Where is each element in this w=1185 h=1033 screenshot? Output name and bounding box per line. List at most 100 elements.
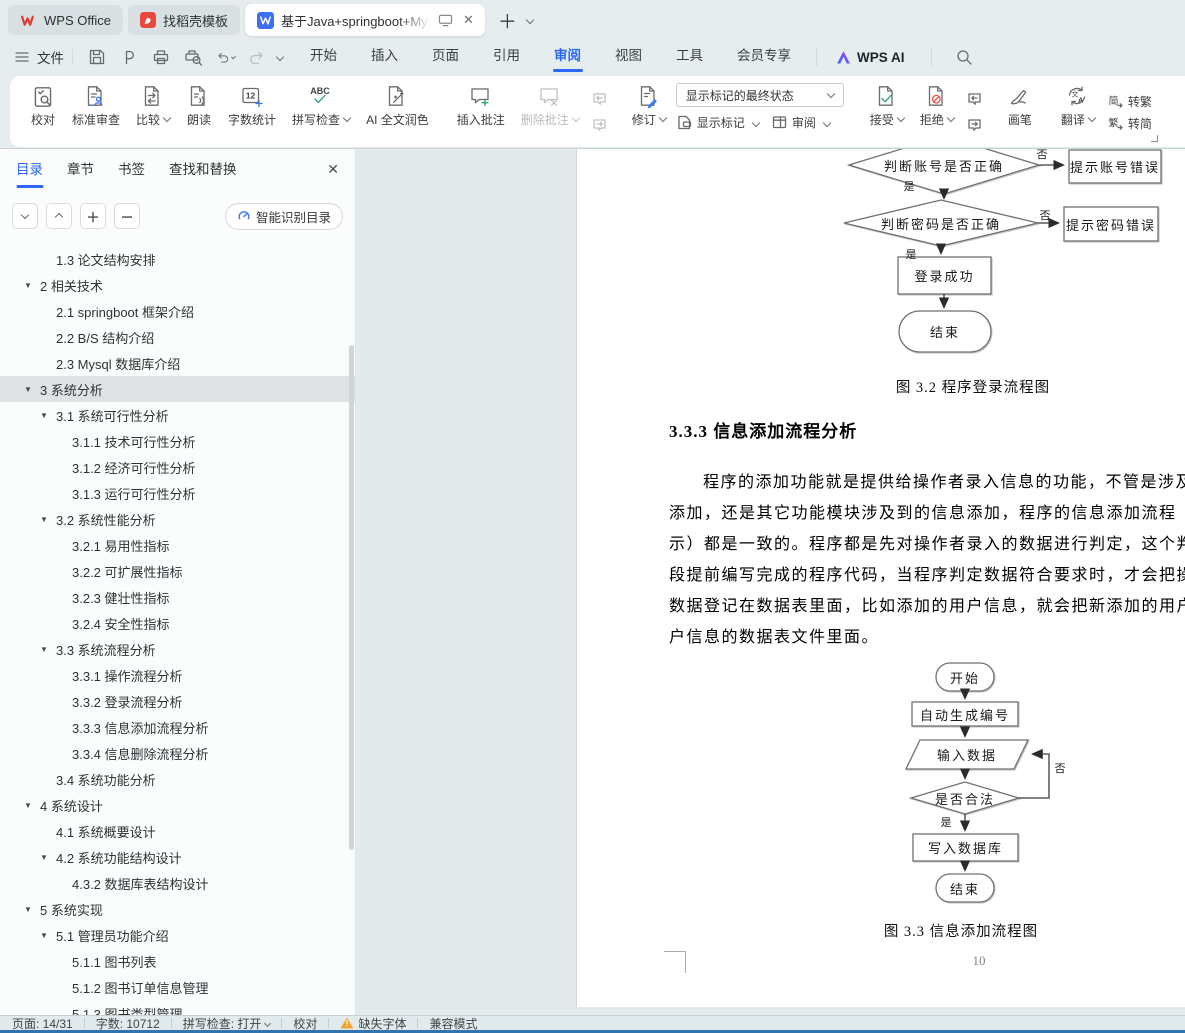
toc-item[interactable]: ▼ 3.2.2 可扩展性指标 [0, 558, 355, 584]
toc-item[interactable]: ▼ 3.2.4 安全性指标 [0, 610, 355, 636]
review-pane-button[interactable]: 审阅 [771, 114, 832, 131]
menu-member[interactable]: 会员专享 [720, 40, 808, 74]
toc-item[interactable]: ▼ 3.3.1 操作流程分析 [0, 662, 355, 688]
undo-button[interactable] [215, 47, 236, 67]
smart-toc-button[interactable]: 智能识别目录 [224, 202, 343, 230]
read-aloud-button[interactable]: 朗读 [178, 81, 220, 143]
to-traditional-button[interactable]: 简 转繁 [1107, 93, 1152, 110]
tab-document[interactable]: 基于Java+springboot+MyS ✕ [244, 4, 485, 36]
previous-change-icon[interactable] [966, 91, 983, 108]
new-tab-button[interactable]: ＋ [490, 7, 525, 34]
sidebar-tab-contents[interactable]: 目录 [16, 149, 43, 193]
proofread-button[interactable]: 校对 [22, 81, 64, 143]
standard-review-button[interactable]: 标准审查 [64, 81, 128, 143]
toc-item[interactable]: ▼ 2.1 springboot 框架介绍 [0, 298, 355, 324]
toc-item[interactable]: ▼ 3.4 系统功能分析 [0, 766, 355, 792]
restrict-edit-button[interactable]: 限制 [1168, 81, 1185, 143]
toc-item[interactable]: ▼ 5.1.3 图书类型管理 [0, 1000, 355, 1016]
collapse-arrow-icon[interactable]: ▼ [40, 853, 56, 862]
menu-start[interactable]: 开始 [293, 40, 354, 74]
redo-button[interactable] [247, 47, 267, 67]
toc-item[interactable]: ▼ 3.1 系统可行性分析 [0, 402, 355, 428]
collapse-arrow-icon[interactable]: ▼ [40, 411, 56, 420]
reject-change-button[interactable]: 拒绝 [912, 81, 962, 143]
delete-comment-button[interactable]: 删除批注 [513, 81, 587, 143]
toc-item[interactable]: ▼ 5.1 管理员功能介绍 [0, 922, 355, 948]
toc-item[interactable]: ▼ 3.3 系统流程分析 [0, 636, 355, 662]
next-change-icon[interactable] [966, 117, 983, 134]
ink-brush-button[interactable]: 画笔 [999, 81, 1041, 143]
spell-check-button[interactable]: ABC 拼写检查 [284, 81, 358, 143]
zoom-in-toc-button[interactable]: ＋ [80, 203, 106, 229]
toc-item[interactable]: ▼ 4.3.2 数据库表结构设计 [0, 870, 355, 896]
menu-review[interactable]: 审阅 [537, 40, 598, 74]
close-tab-icon[interactable]: ✕ [460, 12, 477, 28]
compatibility-mode-indicator[interactable]: 兼容模式 [429, 1015, 477, 1032]
print-preview-button[interactable] [183, 47, 203, 67]
word-count-button[interactable]: 12 字数统计 [220, 81, 284, 143]
sidebar-tab-bookmarks[interactable]: 书签 [118, 149, 145, 193]
insert-comment-button[interactable]: 插入批注 [449, 81, 513, 143]
menu-insert[interactable]: 插入 [354, 40, 415, 74]
collapse-arrow-icon[interactable]: ▼ [24, 801, 40, 810]
wps-ai-button[interactable]: WPS AI [825, 49, 915, 66]
toc-item[interactable]: ▼ 3.1.2 经济可行性分析 [0, 454, 355, 480]
toc-item[interactable]: ▼ 4.1 系统概要设计 [0, 818, 355, 844]
tab-list-chevron-icon[interactable] [525, 15, 535, 25]
track-changes-button[interactable]: 修订 [624, 81, 674, 143]
menu-reference[interactable]: 引用 [476, 40, 537, 74]
tab-docer-templates[interactable]: 找稻壳模板 [127, 5, 240, 35]
toc-item[interactable]: ▼ 3.2.3 健壮性指标 [0, 584, 355, 610]
export-pdf-button[interactable] [119, 47, 139, 67]
search-icon[interactable] [954, 47, 974, 67]
expand-all-button[interactable] [12, 203, 38, 229]
collapse-arrow-icon[interactable]: ▼ [24, 385, 40, 394]
toc-item[interactable]: ▼ 2.2 B/S 结构介绍 [0, 324, 355, 350]
ai-polish-button[interactable]: AI 全文润色 [358, 81, 437, 143]
toc-item[interactable]: ▼ 4.2 系统功能结构设计 [0, 844, 355, 870]
zoom-out-toc-button[interactable]: － [114, 203, 140, 229]
sidebar-scrollbar[interactable] [349, 345, 354, 850]
next-comment-icon[interactable] [591, 117, 608, 134]
previous-comment-icon[interactable] [591, 91, 608, 108]
spell-check-toggle[interactable]: 拼写检查: 打开 [183, 1015, 272, 1032]
sidebar-tab-chapters[interactable]: 章节 [67, 149, 94, 193]
word-count-indicator[interactable]: 字数: 10712 [96, 1015, 160, 1032]
toc-item[interactable]: ▼ 3.1.3 运行可行性分析 [0, 480, 355, 506]
sidebar-tab-find-replace[interactable]: 查找和替换 [169, 149, 237, 193]
to-simplified-button[interactable]: 繁 转简 [1107, 115, 1152, 132]
expand-group-icon[interactable] [1150, 135, 1158, 142]
missing-font-warning[interactable]: 缺失字体 [340, 1015, 406, 1032]
toc-item[interactable]: ▼ 1.3 论文结构安排 [0, 246, 355, 272]
show-markup-button[interactable]: 显示标记 [676, 114, 761, 131]
collapse-arrow-icon[interactable]: ▼ [24, 281, 40, 290]
collapse-arrow-icon[interactable]: ▼ [40, 931, 56, 940]
file-menu[interactable]: 文件 [14, 47, 64, 67]
collapse-arrow-icon[interactable]: ▼ [40, 645, 56, 654]
toc-item[interactable]: ▼ 3.1.1 技术可行性分析 [0, 428, 355, 454]
toc-item[interactable]: ▼ 3.3.4 信息删除流程分析 [0, 740, 355, 766]
toc-item[interactable]: ▼ 3.2 系统性能分析 [0, 506, 355, 532]
collapse-all-button[interactable] [46, 203, 72, 229]
toc-item[interactable]: ▼ 2 相关技术 [0, 272, 355, 298]
page-indicator[interactable]: 页面: 14/31 [12, 1015, 73, 1032]
toc-item[interactable]: ▼ 4 系统设计 [0, 792, 355, 818]
toc-item[interactable]: ▼ 5 系统实现 [0, 896, 355, 922]
proofread-status[interactable]: 校对 [293, 1015, 317, 1032]
accept-change-button[interactable]: 接受 [862, 81, 912, 143]
menu-tools[interactable]: 工具 [659, 40, 720, 74]
translate-button[interactable]: 文A 翻译 [1053, 81, 1103, 143]
toc-item[interactable]: ▼ 3.2.1 易用性指标 [0, 532, 355, 558]
compare-button[interactable]: 比较 [128, 81, 178, 143]
print-button[interactable] [151, 47, 171, 67]
menu-page[interactable]: 页面 [415, 40, 476, 74]
save-button[interactable] [87, 47, 107, 67]
close-sidebar-icon[interactable]: ✕ [327, 161, 339, 178]
markup-state-dropdown[interactable]: 显示标记的最终状态 [675, 83, 844, 107]
tab-wps-home[interactable]: WPS Office [8, 5, 123, 35]
toc-item[interactable]: ▼ 5.1.2 图书订单信息管理 [0, 974, 355, 1000]
quickbar-chevron-icon[interactable] [275, 52, 285, 62]
toc-item[interactable]: ▼ 3.3.2 登录流程分析 [0, 688, 355, 714]
toc-item[interactable]: ▼ 3 系统分析 [0, 376, 355, 402]
toc-item[interactable]: ▼ 3.3.3 信息添加流程分析 [0, 714, 355, 740]
